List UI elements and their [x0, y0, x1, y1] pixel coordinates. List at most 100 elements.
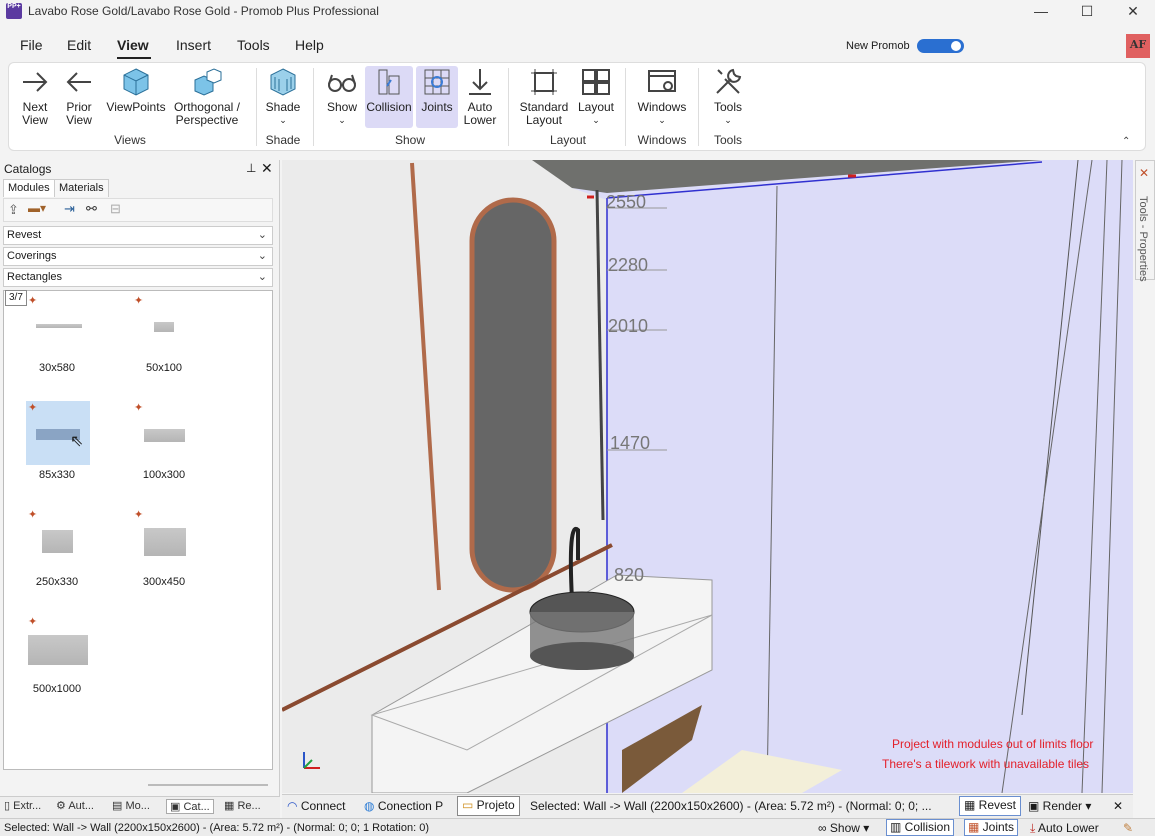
app-icon: PP+	[6, 3, 22, 19]
show-button[interactable]: Show ⌄	[322, 66, 362, 127]
tab-aut[interactable]: ⚙ Aut...	[56, 799, 94, 812]
revest-button[interactable]: ▦ Revest	[959, 796, 1022, 816]
chevron-down-icon: ⌄	[724, 115, 732, 125]
viewpoints-button[interactable]: ViewPoints	[104, 66, 168, 114]
pin-icon[interactable]: ⊥	[246, 161, 256, 175]
status-show-button[interactable]: ∞ Show ▾	[818, 821, 869, 835]
shade-button[interactable]: Shade ⌄	[263, 66, 303, 127]
conection-button[interactable]: ◍ Conection P	[364, 799, 443, 813]
render-button[interactable]: ▣ Render ▾	[1028, 799, 1091, 813]
magic-wand-icon: ✦	[28, 616, 38, 628]
chevron-down-icon: ⌄	[338, 115, 346, 125]
dimension-label: 1470	[610, 433, 651, 453]
tools-icon[interactable]: ✎	[1123, 821, 1133, 835]
catalog-item[interactable]: ✦	[132, 294, 196, 358]
ribbon-separator	[508, 68, 509, 146]
tile-preview	[144, 528, 186, 556]
magic-wand-icon: ✦	[28, 295, 38, 307]
page-indicator: 3/7	[5, 290, 27, 306]
tab-mo[interactable]: ▤ Mo...	[112, 799, 150, 812]
arrow-left-icon	[66, 72, 91, 92]
minimize-button[interactable]: —	[1018, 0, 1064, 26]
tab-materials[interactable]: Materials	[54, 179, 109, 197]
orthogonal-perspective-label: Orthogonal / Perspective	[173, 100, 241, 127]
tab-re[interactable]: ▦ Re...	[224, 799, 261, 812]
catalog-item[interactable]: ✦	[132, 508, 196, 572]
arrow-down-icon: ⤓	[1030, 821, 1038, 835]
menu-help[interactable]: Help	[295, 37, 324, 53]
ribbon-separator	[256, 68, 257, 146]
lock-icon[interactable]: ⊟	[110, 201, 121, 217]
ribbon-collapse-button[interactable]: ⌃	[1122, 136, 1130, 147]
status-joints-button[interactable]: ▦ Joints	[964, 819, 1019, 836]
status-show-label: Show	[829, 821, 860, 835]
material-selector-icon[interactable]: ▬▾	[28, 201, 46, 215]
avatar[interactable]: AF	[1126, 34, 1150, 58]
new-promob-label: New Promob	[846, 40, 910, 52]
prior-view-button[interactable]: Prior View	[59, 66, 99, 127]
dimension-label: 2280	[608, 255, 649, 275]
catalog-item[interactable]: ✦	[132, 401, 196, 465]
next-view-label: Next View	[22, 100, 48, 127]
status-joints-label: Joints	[982, 820, 1015, 834]
tile-preview	[144, 429, 185, 442]
tab-extr[interactable]: ▯ Extr...	[4, 799, 41, 812]
tools-button[interactable]: Tools ⌄	[708, 66, 748, 127]
layout-button[interactable]: Layout ⌄	[576, 66, 616, 127]
glasses-icon: ∞	[818, 821, 830, 835]
menu-insert[interactable]: Insert	[176, 37, 211, 53]
3d-viewport[interactable]	[282, 160, 1133, 793]
catalog-dropdown-rectangles[interactable]: Rectangles ⌄	[3, 268, 273, 287]
catalog-scrollbar[interactable]	[148, 784, 268, 786]
catalog-item[interactable]: ✦	[26, 294, 90, 358]
maximize-button[interactable]: ☐	[1064, 0, 1110, 26]
catalog-dropdown-revest[interactable]: Revest ⌄	[3, 226, 273, 245]
catalog-item-label: 30x580	[38, 362, 76, 374]
menu-edit[interactable]: Edit	[67, 37, 91, 53]
status-collision-button[interactable]: ▥ Collision	[886, 819, 955, 836]
shade-cube-icon	[270, 68, 296, 96]
warning-message: Project with modules out of limits floor	[892, 737, 1094, 751]
magic-wand-icon: ✦	[134, 295, 144, 307]
active-menu-underline	[117, 57, 151, 59]
joints-label: Joints	[421, 100, 453, 114]
menu-view[interactable]: View	[117, 37, 149, 53]
arrow-down-icon	[469, 69, 491, 95]
menu-file[interactable]: File	[20, 37, 43, 53]
group-windows-label: Windows	[637, 133, 687, 147]
tools-label: Tools	[713, 100, 742, 114]
catalog-item[interactable]: ✦	[26, 508, 90, 572]
windows-button[interactable]: Windows ⌄	[634, 66, 690, 127]
tab-cat[interactable]: ▣ Cat...	[166, 799, 214, 814]
orthogonal-perspective-button[interactable]: Orthogonal / Perspective	[171, 66, 243, 127]
viewport-close-button[interactable]: ✕	[1113, 799, 1123, 813]
tab-re-icon: ▦	[224, 800, 238, 812]
next-view-button[interactable]: Next View	[15, 66, 55, 127]
tab-modules[interactable]: Modules	[3, 179, 55, 197]
tab-re-label: Re...	[237, 800, 261, 812]
catalog-close-button[interactable]: ✕	[261, 160, 273, 177]
render-icon: ▣	[1028, 799, 1043, 813]
close-button[interactable]: ✕	[1110, 0, 1155, 26]
catalog-home-icon[interactable]: ⇪	[8, 202, 19, 218]
group-tools-label: Tools	[713, 133, 742, 147]
catalog-item-selected[interactable]: ✦ ⇖	[26, 401, 90, 465]
import-icon[interactable]: ⇥	[64, 201, 75, 217]
standard-layout-button[interactable]: Standard Layout	[516, 66, 572, 127]
binoculars-icon[interactable]: ⚯	[86, 201, 97, 217]
windows-label: Windows	[637, 100, 687, 114]
auto-lower-button[interactable]: Auto Lower	[462, 66, 498, 127]
dimension-label: 820	[614, 565, 645, 585]
status-auto-lower-button[interactable]: ⤓ Auto Lower	[1030, 821, 1099, 836]
collision-button[interactable]: Collision	[365, 66, 413, 128]
tile-preview	[28, 635, 88, 665]
catalog-item[interactable]: ✦	[26, 615, 90, 679]
joints-button[interactable]: Joints	[416, 66, 458, 128]
tab-cat-icon: ▣	[170, 801, 184, 813]
projeto-button[interactable]: ▭ Projeto	[457, 796, 520, 816]
catalog-dropdown-coverings[interactable]: Coverings ⌄	[3, 247, 273, 266]
connect-button[interactable]: ◠ Connect	[287, 799, 346, 813]
standard-layout-label: Standard Layout	[519, 100, 569, 127]
menu-tools[interactable]: Tools	[237, 37, 270, 53]
catalog-item-label: 300x450	[142, 576, 186, 588]
